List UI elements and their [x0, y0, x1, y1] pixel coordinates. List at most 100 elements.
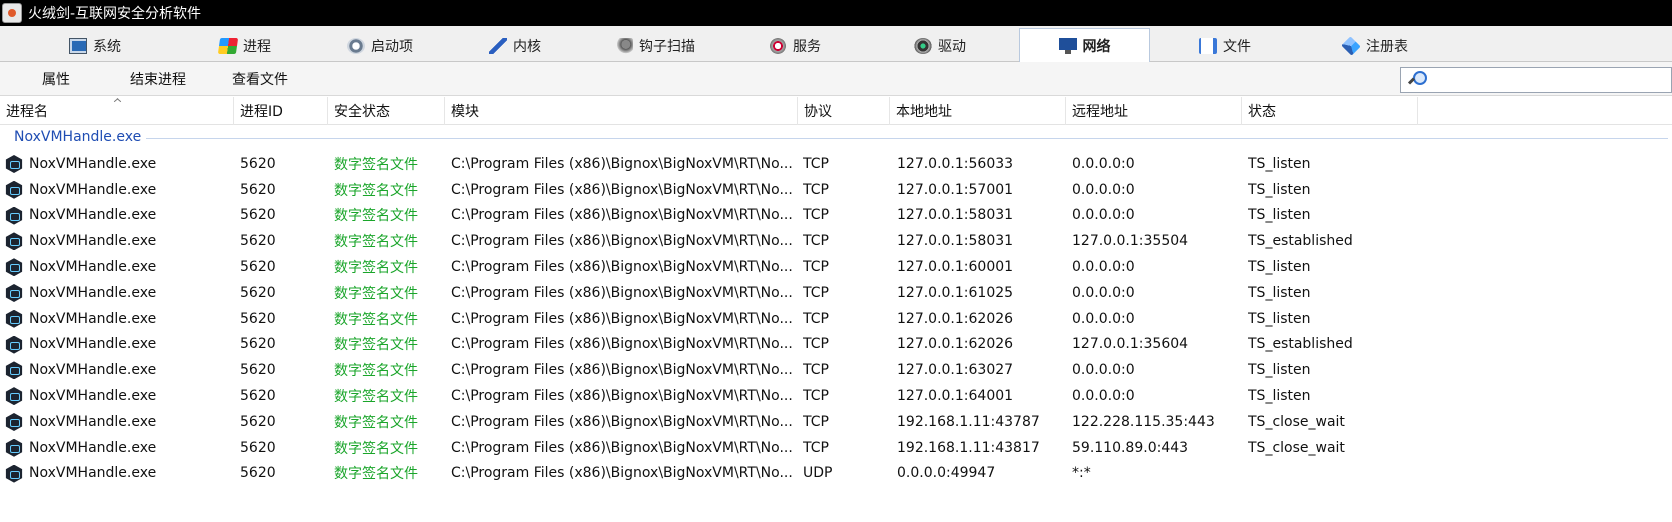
cell-security: 数字签名文件	[334, 440, 418, 457]
cell-module: C:\Program Files (x86)\Bignox\BigNoxVM\R…	[451, 388, 793, 405]
table-row[interactable]: NoxVMHandle.exe 5620 数字签名文件 C:\Program F…	[0, 306, 1672, 332]
cell-state: TS_listen	[1248, 310, 1311, 327]
cell-local-address: 127.0.0.1:64001	[897, 388, 1014, 405]
cell-protocol: TCP	[803, 439, 829, 456]
cell-state: TS_listen	[1248, 284, 1311, 301]
file-icon	[1199, 38, 1217, 54]
cell-state: TS_listen	[1248, 155, 1311, 172]
nox-app-icon	[5, 464, 23, 483]
cell-module: C:\Program Files (x86)\Bignox\BigNoxVM\R…	[451, 284, 793, 301]
cell-protocol: TCP	[803, 310, 829, 327]
table-row[interactable]: NoxVMHandle.exe 5620 数字签名文件 C:\Program F…	[0, 151, 1672, 177]
cell-local-address: 127.0.0.1:56033	[897, 155, 1014, 172]
cell-remote-address: 0.0.0.0:0	[1072, 284, 1135, 301]
table-row[interactable]: NoxVMHandle.exe 5620 数字签名文件 C:\Program F…	[0, 228, 1672, 254]
cell-protocol: TCP	[803, 284, 829, 301]
column-header-local-address[interactable]: 本地地址	[890, 97, 1066, 125]
column-header-security[interactable]: 安全状态	[328, 97, 445, 125]
table-row[interactable]: NoxVMHandle.exe 5620 数字签名文件 C:\Program F…	[0, 461, 1672, 487]
cell-local-address: 127.0.0.1:61025	[897, 284, 1014, 301]
tab-label: 服务	[793, 39, 821, 55]
properties-button[interactable]: 属性	[42, 62, 70, 96]
nox-app-icon	[5, 361, 23, 380]
cell-remote-address: 0.0.0.0:0	[1072, 388, 1135, 405]
cell-module: C:\Program Files (x86)\Bignox\BigNoxVM\R…	[451, 207, 793, 224]
column-header-state[interactable]: 状态	[1242, 97, 1418, 125]
column-header-protocol[interactable]: 协议	[798, 97, 890, 125]
cell-remote-address: 0.0.0.0:0	[1072, 362, 1135, 379]
cell-pid: 5620	[240, 465, 276, 482]
table-row[interactable]: NoxVMHandle.exe 5620 数字签名文件 C:\Program F…	[0, 332, 1672, 358]
group-header[interactable]: NoxVMHandle.exe	[0, 126, 1672, 150]
table-row[interactable]: NoxVMHandle.exe 5620 数字签名文件 C:\Program F…	[0, 383, 1672, 409]
cell-process-name: NoxVMHandle.exe	[29, 181, 157, 198]
tab-label: 驱动	[938, 39, 966, 55]
tab-label: 注册表	[1366, 39, 1408, 55]
cell-state: TS_listen	[1248, 181, 1311, 198]
column-header-label: 进程名	[6, 104, 48, 120]
cell-module: C:\Program Files (x86)\Bignox\BigNoxVM\R…	[451, 439, 793, 456]
table-row[interactable]: NoxVMHandle.exe 5620 数字签名文件 C:\Program F…	[0, 409, 1672, 435]
cell-process-name: NoxVMHandle.exe	[29, 336, 157, 353]
cell-module: C:\Program Files (x86)\Bignox\BigNoxVM\R…	[451, 362, 793, 379]
cell-process-name: NoxVMHandle.exe	[29, 259, 157, 276]
table-row[interactable]: NoxVMHandle.exe 5620 数字签名文件 C:\Program F…	[0, 357, 1672, 383]
cell-process-name: NoxVMHandle.exe	[29, 362, 157, 379]
table-row[interactable]: NoxVMHandle.exe 5620 数字签名文件 C:\Program F…	[0, 254, 1672, 280]
cell-security: 数字签名文件	[334, 285, 418, 302]
cell-protocol: TCP	[803, 181, 829, 198]
nox-app-icon	[5, 180, 23, 199]
nox-app-icon	[5, 258, 23, 277]
cell-local-address: 127.0.0.1:62026	[897, 310, 1014, 327]
cell-process-name: NoxVMHandle.exe	[29, 439, 157, 456]
cell-local-address: 127.0.0.1:62026	[897, 336, 1014, 353]
cell-state: TS_established	[1248, 233, 1353, 250]
table-row[interactable]: NoxVMHandle.exe 5620 数字签名文件 C:\Program F…	[0, 435, 1672, 461]
cell-state: TS_close_wait	[1248, 439, 1345, 456]
tab-label: 钩子扫描	[639, 39, 695, 55]
cell-remote-address: 0.0.0.0:0	[1072, 207, 1135, 224]
cell-security: 数字签名文件	[334, 466, 418, 483]
search-icon[interactable]	[1409, 71, 1427, 87]
cell-protocol: TCP	[803, 233, 829, 250]
cell-process-name: NoxVMHandle.exe	[29, 207, 157, 224]
column-header-label: 协议	[804, 104, 832, 120]
cell-security: 数字签名文件	[334, 208, 418, 225]
column-header-label: 远程地址	[1072, 104, 1128, 120]
table-row[interactable]: NoxVMHandle.exe 5620 数字签名文件 C:\Program F…	[0, 203, 1672, 229]
sort-ascending-icon	[112, 95, 122, 103]
cell-protocol: TCP	[803, 362, 829, 379]
cell-remote-address: 0.0.0.0:0	[1072, 181, 1135, 198]
cell-security: 数字签名文件	[334, 414, 418, 431]
tab-driver[interactable]: 驱动	[845, 30, 1035, 62]
column-header-pid[interactable]: 进程ID	[234, 97, 328, 125]
cell-state	[1248, 461, 1418, 487]
title-bar: 火绒剑-互联网安全分析软件	[0, 0, 1672, 26]
search-box	[1400, 67, 1672, 93]
toolbar: 属性 结束进程 查看文件	[0, 62, 1672, 96]
column-header-module[interactable]: 模块	[445, 97, 798, 125]
search-input[interactable]	[1431, 70, 1667, 90]
cell-security: 数字签名文件	[334, 156, 418, 173]
column-header-process-name[interactable]: 进程名	[0, 97, 234, 125]
cell-process-name: NoxVMHandle.exe	[29, 388, 157, 405]
cell-remote-address: 0.0.0.0:0	[1072, 155, 1135, 172]
cell-security: 数字签名文件	[334, 311, 418, 328]
table-row[interactable]: NoxVMHandle.exe 5620 数字签名文件 C:\Program F…	[0, 280, 1672, 306]
column-header-remote-address[interactable]: 远程地址	[1066, 97, 1242, 125]
app-icon	[2, 3, 22, 23]
cell-pid: 5620	[240, 233, 276, 250]
table-row[interactable]: NoxVMHandle.exe 5620 数字签名文件 C:\Program F…	[0, 177, 1672, 203]
view-file-button[interactable]: 查看文件	[232, 62, 288, 96]
cell-state: TS_listen	[1248, 259, 1311, 276]
end-process-button[interactable]: 结束进程	[130, 62, 186, 96]
cell-security: 数字签名文件	[334, 182, 418, 199]
cell-remote-address: 0.0.0.0:0	[1072, 310, 1135, 327]
cell-protocol: UDP	[803, 465, 833, 482]
cell-pid: 5620	[240, 207, 276, 224]
tab-registry[interactable]: 注册表	[1280, 30, 1470, 62]
cell-pid: 5620	[240, 259, 276, 276]
nox-app-icon	[5, 283, 23, 302]
cell-protocol: TCP	[803, 388, 829, 405]
kernel-icon	[489, 38, 507, 54]
